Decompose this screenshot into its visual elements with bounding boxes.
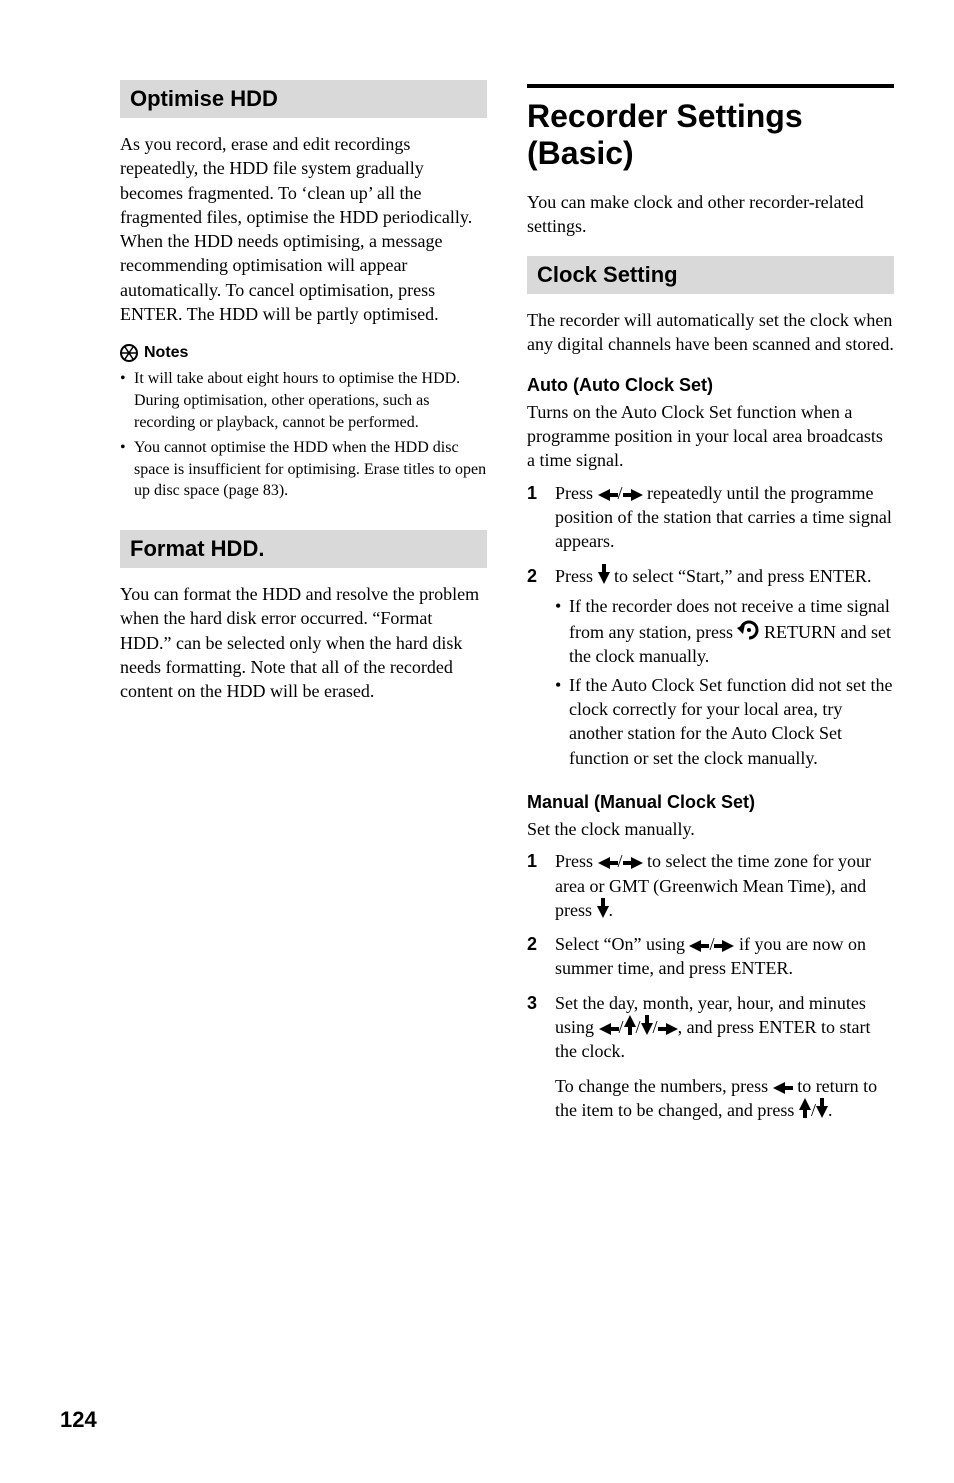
arrow-up-icon bbox=[799, 1098, 811, 1118]
arrow-down-icon bbox=[597, 898, 609, 918]
arrow-right-icon bbox=[623, 857, 643, 869]
arrow-up-icon bbox=[624, 1015, 636, 1035]
auto-step-1: 1 Press / repeatedly until the programme… bbox=[527, 481, 894, 554]
arrow-left-icon bbox=[689, 940, 709, 952]
manual-step-3: 3 Set the day, month, year, hour, and mi… bbox=[527, 991, 894, 1064]
step-number: 1 bbox=[527, 849, 541, 922]
note-text: . bbox=[828, 1100, 833, 1120]
right-column: Recorder Settings (Basic) You can make c… bbox=[527, 80, 894, 1122]
step-number: 3 bbox=[527, 991, 541, 1064]
arrow-down-icon bbox=[816, 1098, 828, 1118]
step-text: . bbox=[609, 900, 614, 920]
format-hdd-body: You can format the HDD and resolve the p… bbox=[120, 582, 487, 703]
note-item: It will take about eight hours to optimi… bbox=[120, 368, 487, 433]
arrow-left-icon bbox=[598, 857, 618, 869]
step-text: Press bbox=[555, 851, 598, 871]
intro-text: You can make clock and other recorder-re… bbox=[527, 190, 894, 239]
arrow-left-icon bbox=[773, 1082, 793, 1094]
arrow-right-icon bbox=[714, 940, 734, 952]
step-text: Select “On” using bbox=[555, 934, 689, 954]
step-number: 2 bbox=[527, 932, 541, 981]
arrow-right-icon bbox=[658, 1023, 678, 1035]
auto-step-2: 2 Press to select “Start,” and press ENT… bbox=[527, 564, 894, 774]
clock-setting-header: Clock Setting bbox=[527, 256, 894, 294]
auto-clock-heading: Auto (Auto Clock Set) bbox=[527, 375, 894, 396]
arrow-left-icon bbox=[598, 489, 618, 501]
arrow-down-icon bbox=[641, 1015, 653, 1035]
manual-step-1: 1 Press / to select the time zone for yo… bbox=[527, 849, 894, 922]
arrow-right-icon bbox=[623, 489, 643, 501]
notes-heading: Notes bbox=[120, 344, 487, 362]
arrow-down-icon bbox=[598, 564, 610, 584]
optimise-hdd-header: Optimise HDD bbox=[120, 80, 487, 118]
manual-step-2: 2 Select “On” using / if you are now on … bbox=[527, 932, 894, 981]
return-icon bbox=[737, 618, 759, 640]
notes-label: Notes bbox=[144, 344, 188, 362]
manual-step-3-note: To change the numbers, press to return t… bbox=[555, 1074, 894, 1123]
optimise-hdd-body: As you record, erase and edit recordings… bbox=[120, 132, 487, 326]
page-number: 124 bbox=[60, 1407, 97, 1433]
auto-clock-body: Turns on the Auto Clock Set function whe… bbox=[527, 400, 894, 473]
notes-list: It will take about eight hours to optimi… bbox=[120, 368, 487, 502]
step-text: Press bbox=[555, 566, 598, 586]
step-text: Press bbox=[555, 483, 598, 503]
step-number: 1 bbox=[527, 481, 541, 554]
page-title: Recorder Settings (Basic) bbox=[527, 84, 894, 172]
step-text: to select “Start,” and press ENTER. bbox=[610, 566, 872, 586]
left-column: Optimise HDD As you record, erase and ed… bbox=[120, 80, 487, 1122]
note-text: To change the numbers, press bbox=[555, 1076, 773, 1096]
bullet-item: If the Auto Clock Set function did not s… bbox=[555, 673, 894, 770]
clock-intro: The recorder will automatically set the … bbox=[527, 308, 894, 357]
arrow-left-icon bbox=[599, 1023, 619, 1035]
step-number: 2 bbox=[527, 564, 541, 774]
note-item: You cannot optimise the HDD when the HDD… bbox=[120, 437, 487, 502]
auto-step-2-bullets: If the recorder does not receive a time … bbox=[555, 594, 894, 770]
bullet-item: If the recorder does not receive a time … bbox=[555, 594, 894, 669]
format-hdd-header: Format HDD. bbox=[120, 530, 487, 568]
notes-icon bbox=[120, 344, 138, 362]
manual-clock-body: Set the clock manually. bbox=[527, 817, 894, 841]
manual-clock-heading: Manual (Manual Clock Set) bbox=[527, 792, 894, 813]
